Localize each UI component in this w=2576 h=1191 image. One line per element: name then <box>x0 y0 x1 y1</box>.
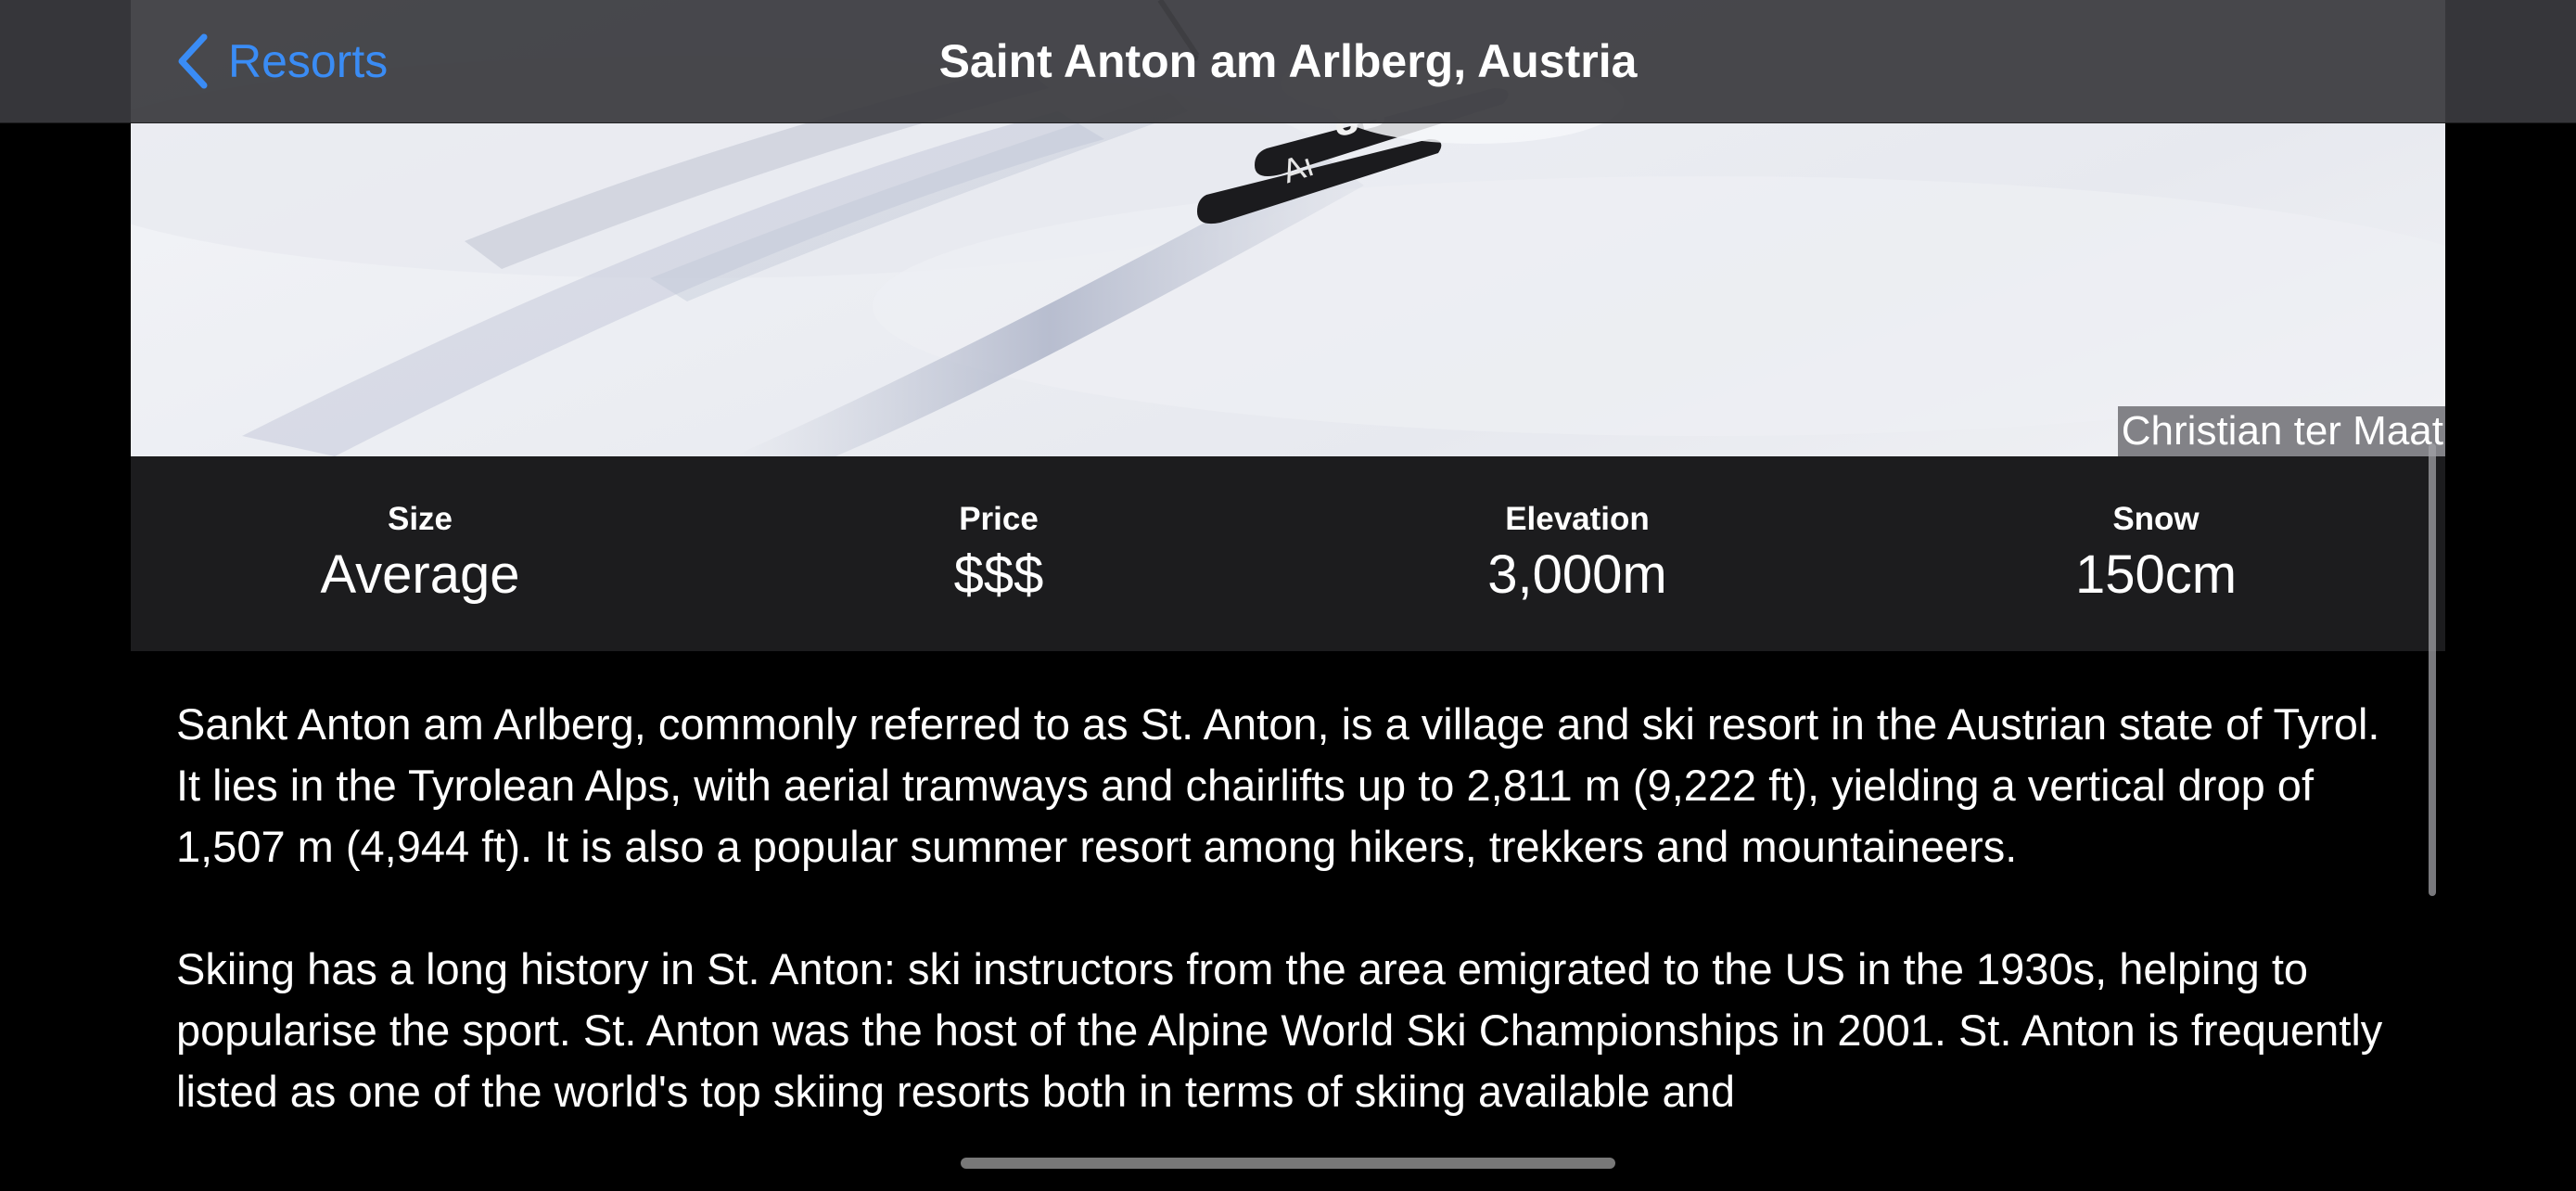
stat-label: Price <box>959 501 1039 537</box>
navigation-bar: Resorts Saint Anton am Arlberg, Austria <box>0 0 2576 123</box>
stat-label: Size <box>387 501 453 537</box>
stat-price: Price $$$ <box>709 456 1288 651</box>
stat-label: Elevation <box>1505 501 1650 537</box>
stat-value: 150cm <box>2074 544 2238 605</box>
page-title: Saint Anton am Arlberg, Austria <box>938 35 1638 87</box>
stat-size: Size Average <box>131 456 709 651</box>
description-paragraph: Skiing has a long history in St. Anton: … <box>176 944 2383 1116</box>
vertical-scrollbar[interactable] <box>2429 443 2436 896</box>
photo-credit: Christian ter Maat <box>2117 406 2445 456</box>
resort-detail-screen: ıA 8B Christian ter Maat Resorts Saint A… <box>0 0 2576 1191</box>
resort-stats: Size Average Price $$$ Elevation 3,000m … <box>131 456 2445 651</box>
stat-snow: Snow 150cm <box>1867 456 2445 651</box>
stat-value: 3,000m <box>1487 544 1667 605</box>
home-indicator[interactable] <box>961 1158 1615 1169</box>
resort-description: Sankt Anton am Arlberg, commonly referre… <box>176 694 2402 1184</box>
stat-value: $$$ <box>953 544 1044 605</box>
stat-elevation: Elevation 3,000m <box>1288 456 1867 651</box>
stat-label: Snow <box>2112 501 2200 537</box>
stat-value: Average <box>320 544 520 605</box>
description-paragraph: Sankt Anton am Arlberg, commonly referre… <box>176 699 2380 871</box>
